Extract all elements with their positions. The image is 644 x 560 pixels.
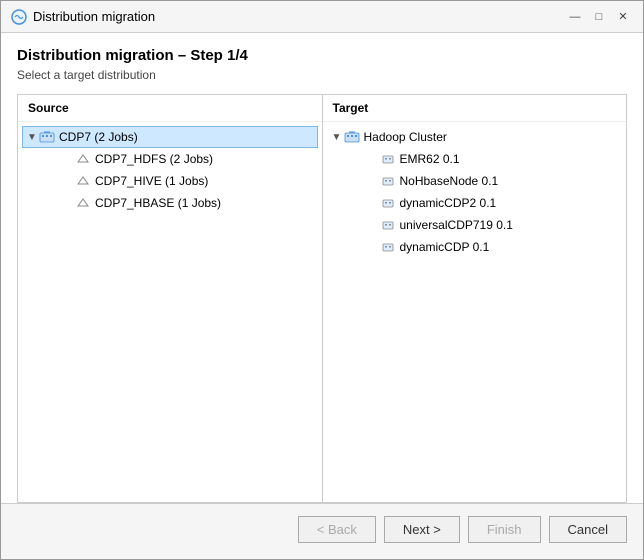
source-panel-header: Source <box>18 95 322 122</box>
maximize-button[interactable]: □ <box>589 7 609 27</box>
cluster-svg-icon <box>39 129 55 145</box>
universal-icon <box>380 217 396 233</box>
nohbase-icon <box>380 173 396 189</box>
window-title: Distribution migration <box>33 9 155 24</box>
target-child-dynamicdcp[interactable]: dynamicCDP 0.1 <box>345 236 623 258</box>
footer-area: < Back Next > Finish Cancel <box>1 503 643 559</box>
source-panel-body: ▼ CDP7 (2 Jobs) <box>18 122 322 502</box>
target-child-dynamicdcp2[interactable]: dynamicCDP2 0.1 <box>345 192 623 214</box>
universal-svg-icon <box>381 218 395 232</box>
hbase-svg-icon <box>76 196 90 210</box>
target-emr62-label: EMR62 0.1 <box>400 152 460 166</box>
content-area: Distribution migration – Step 1/4 Select… <box>1 33 643 503</box>
source-cluster-icon <box>39 129 55 145</box>
target-universal-label: universalCDP719 0.1 <box>400 218 513 232</box>
minimize-button[interactable]: — <box>565 7 585 27</box>
hive-icon <box>75 173 91 189</box>
cancel-button[interactable]: Cancel <box>549 516 627 543</box>
source-children: CDP7_HDFS (2 Jobs) CDP7_HIVE (1 Jobs) <box>22 148 318 214</box>
dynamic2-icon <box>380 195 396 211</box>
target-child-universal[interactable]: universalCDP719 0.1 <box>345 214 623 236</box>
emr-svg-icon <box>381 152 395 166</box>
target-cluster-icon <box>344 129 360 145</box>
source-panel: Source ▼ <box>18 95 323 502</box>
target-root-item[interactable]: ▼ Hadoop Cluster <box>327 126 623 148</box>
target-panel: Target ▼ <box>323 95 627 502</box>
target-chevron-down-icon: ▼ <box>330 132 344 143</box>
hbase-icon <box>75 195 91 211</box>
target-root-label: Hadoop Cluster <box>364 130 447 144</box>
wizard-title: Distribution migration – Step 1/4 <box>17 47 627 64</box>
emr62-icon <box>380 151 396 167</box>
target-dynamic-label: dynamicCDP 0.1 <box>400 240 490 254</box>
hdfs-icon <box>75 151 91 167</box>
target-panel-header: Target <box>323 95 627 122</box>
target-dynamic2-label: dynamicCDP2 0.1 <box>400 196 497 210</box>
source-hive-label: CDP7_HIVE (1 Jobs) <box>95 174 208 188</box>
next-button[interactable]: Next > <box>384 516 460 543</box>
title-bar-controls: — □ ✕ <box>565 7 633 27</box>
dialog-window: Distribution migration — □ ✕ Distributio… <box>0 0 644 560</box>
source-hbase-label: CDP7_HBASE (1 Jobs) <box>95 196 221 210</box>
target-children: EMR62 0.1 NoHbaseNode 0. <box>327 148 623 258</box>
target-nohbase-label: NoHbaseNode 0.1 <box>400 174 499 188</box>
target-child-nohbase[interactable]: NoHbaseNode 0.1 <box>345 170 623 192</box>
target-cluster-svg <box>344 129 360 145</box>
node-svg-icon <box>76 152 90 166</box>
chevron-down-icon: ▼ <box>25 132 39 143</box>
back-button[interactable]: < Back <box>298 516 376 543</box>
target-panel-body: ▼ Hadoop Cluster <box>323 122 627 502</box>
panels-container: Source ▼ <box>17 94 627 503</box>
dynamic-icon <box>380 239 396 255</box>
dynamic2-svg-icon <box>381 196 395 210</box>
window-icon <box>11 9 27 25</box>
source-hdfs-label: CDP7_HDFS (2 Jobs) <box>95 152 213 166</box>
finish-button[interactable]: Finish <box>468 516 541 543</box>
source-child-hdfs[interactable]: CDP7_HDFS (2 Jobs) <box>40 148 318 170</box>
source-child-hbase[interactable]: CDP7_HBASE (1 Jobs) <box>40 192 318 214</box>
title-bar: Distribution migration — □ ✕ <box>1 1 643 33</box>
source-root-item[interactable]: ▼ CDP7 (2 Jobs) <box>22 126 318 148</box>
nohbase-svg-icon <box>381 174 395 188</box>
hive-svg-icon <box>76 174 90 188</box>
dynamic-svg-icon <box>381 240 395 254</box>
source-root-label: CDP7 (2 Jobs) <box>59 130 138 144</box>
wizard-subtitle: Select a target distribution <box>17 68 627 82</box>
source-child-hive[interactable]: CDP7_HIVE (1 Jobs) <box>40 170 318 192</box>
target-child-emr62[interactable]: EMR62 0.1 <box>345 148 623 170</box>
close-button[interactable]: ✕ <box>613 7 633 27</box>
title-bar-left: Distribution migration <box>11 9 155 25</box>
